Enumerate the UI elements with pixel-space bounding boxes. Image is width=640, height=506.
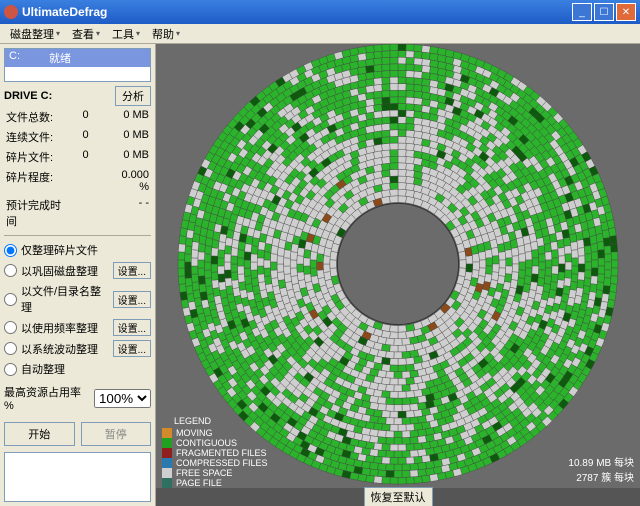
- disk-view: LEGEND MOVINGCONTIGUOUSFRAGMENTED FILESC…: [156, 44, 640, 506]
- legend-row: CONTIGUOUS: [162, 438, 268, 448]
- radio-consolidate[interactable]: [4, 264, 17, 277]
- drive-label: DRIVE C:: [4, 90, 52, 102]
- legend-label: MOVING: [176, 428, 213, 438]
- legend-swatch: [162, 428, 172, 438]
- menu-item-help[interactable]: 帮助: [146, 24, 186, 44]
- legend-label: CONTIGUOUS: [176, 438, 237, 448]
- legend-label: COMPRESSED FILES: [176, 458, 268, 468]
- config-button[interactable]: 设置...: [113, 340, 151, 357]
- legend-row: PAGE FILE: [162, 478, 268, 488]
- app-icon: [4, 5, 18, 19]
- menu-item-defrag[interactable]: 磁盘整理: [4, 24, 66, 44]
- start-button[interactable]: 开始: [4, 422, 75, 446]
- menu-item-view[interactable]: 查看: [66, 24, 106, 44]
- legend-row: MOVING: [162, 428, 268, 438]
- disk-info-line: 2787 簇 每块: [568, 469, 634, 484]
- radio-auto[interactable]: [4, 363, 17, 376]
- restore-defaults-button[interactable]: 恢复至默认: [364, 487, 433, 506]
- window-title: UltimateDefrag: [22, 5, 107, 19]
- titlebar: UltimateDefrag _ ☐ ✕: [0, 0, 640, 24]
- config-button[interactable]: 设置...: [113, 291, 151, 308]
- config-button[interactable]: 设置...: [113, 262, 151, 279]
- menu-item-tools[interactable]: 工具: [106, 24, 146, 44]
- maximize-button[interactable]: ☐: [594, 3, 614, 21]
- menubar: 磁盘整理 查看 工具 帮助: [0, 24, 640, 44]
- legend-swatch: [162, 448, 172, 458]
- drive-list[interactable]: C: 就绪: [4, 48, 151, 82]
- analyze-button[interactable]: 分析: [115, 86, 151, 106]
- radio-system[interactable]: [4, 342, 17, 355]
- stat-row: 文件总数:00 MB: [4, 108, 151, 126]
- legend-label: FREE SPACE: [176, 468, 232, 478]
- legend-swatch: [162, 478, 172, 488]
- radio-frequency[interactable]: [4, 321, 17, 334]
- stat-row: 连续文件:00 MB: [4, 128, 151, 146]
- legend-swatch: [162, 438, 172, 448]
- stat-row: 预计完成时间- -: [4, 196, 151, 230]
- stat-row: 碎片文件:00 MB: [4, 148, 151, 166]
- usage-select[interactable]: 100%: [94, 389, 151, 408]
- bottom-bar: 恢复至默认: [156, 488, 640, 506]
- legend-swatch: [162, 468, 172, 478]
- legend-row: FREE SPACE: [162, 468, 268, 478]
- drive-col2: 就绪: [49, 50, 71, 66]
- close-button[interactable]: ✕: [616, 3, 636, 21]
- disk-info-line: 10.89 MB 每块: [568, 454, 634, 469]
- disk-info: 10.89 MB 每块 2787 簇 每块: [568, 454, 634, 484]
- stat-row: 碎片程度:0.000 %: [4, 168, 151, 194]
- config-button[interactable]: 设置...: [113, 319, 151, 336]
- legend-swatch: [162, 458, 172, 468]
- legend-row: COMPRESSED FILES: [162, 458, 268, 468]
- left-panel: C: 就绪 DRIVE C: 分析 文件总数:00 MB 连续文件:00 MB …: [0, 44, 156, 506]
- drive-col1: C:: [9, 50, 49, 66]
- radio-label: 仅整理碎片文件: [21, 242, 151, 258]
- radio-only-frag[interactable]: [4, 244, 17, 257]
- radio-filename[interactable]: [4, 293, 17, 306]
- legend-title: LEGEND: [162, 416, 268, 426]
- legend-label: FRAGMENTED FILES: [176, 448, 267, 458]
- legend-row: FRAGMENTED FILES: [162, 448, 268, 458]
- log-box: [4, 452, 151, 502]
- minimize-button[interactable]: _: [572, 3, 592, 21]
- pause-button[interactable]: 暂停: [81, 422, 152, 446]
- legend-label: PAGE FILE: [176, 478, 222, 488]
- usage-label: 最高资源占用率 %: [4, 384, 90, 412]
- divider: [4, 235, 151, 236]
